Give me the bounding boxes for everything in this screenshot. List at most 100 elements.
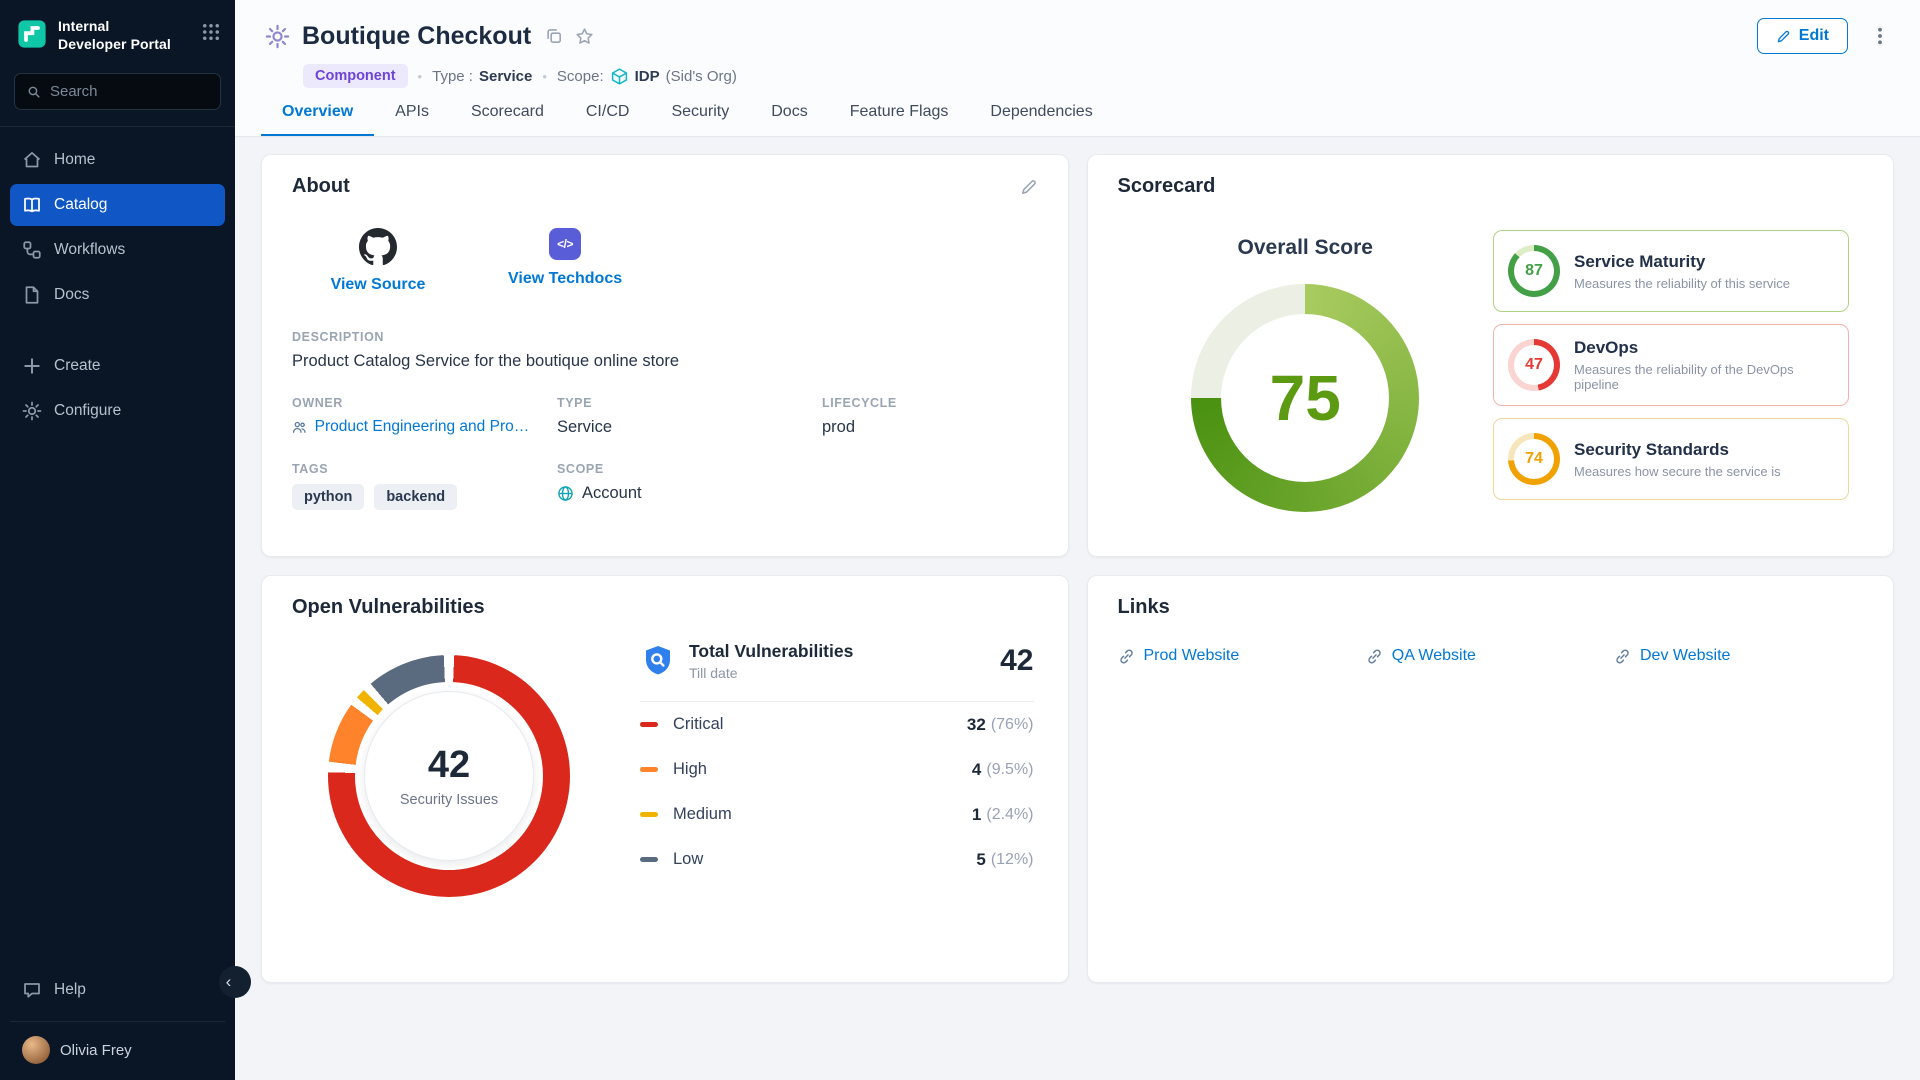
dot-separator: • [542, 69, 547, 84]
portal-logo-title: Internal Developer Portal [58, 18, 191, 53]
link-dev-website[interactable]: Dev Website [1614, 647, 1862, 665]
vulnerabilities-count-label: Security Issues [400, 792, 498, 808]
link-prod-website[interactable]: Prod Website [1118, 647, 1366, 665]
link-label: Dev Website [1640, 647, 1730, 665]
severity-row-critical: Critical 32 (76%) [640, 702, 1034, 747]
view-techdocs-action[interactable]: </> View Techdocs [508, 228, 622, 294]
tab-dependencies[interactable]: Dependencies [969, 88, 1113, 136]
tag-chip[interactable]: backend [374, 484, 457, 510]
owner-value: Product Engineering and Product... [315, 418, 537, 436]
sidebar-item-help[interactable]: Help [10, 969, 225, 1011]
view-source-action[interactable]: View Source [326, 228, 430, 294]
tab-docs[interactable]: Docs [750, 88, 828, 136]
copy-icon[interactable] [545, 27, 563, 45]
severity-percent: (76%) [991, 716, 1034, 734]
user-menu[interactable]: Olivia Frey [10, 1021, 225, 1070]
scorecard-card: Scorecard Overall Score 75 87 Service [1087, 154, 1895, 557]
severity-percent: (12%) [991, 851, 1034, 869]
about-actions: View Source </> View Techdocs [326, 228, 1038, 294]
vulnerabilities-card: Open Vulnerabilities 42 Security Issues [261, 575, 1069, 983]
score-description: Measures the reliability of the DevOps p… [1574, 362, 1834, 392]
link-chain-icon [1118, 648, 1135, 665]
severity-value: 5 [976, 850, 985, 870]
search-input[interactable] [50, 83, 208, 100]
lifecycle-field: LIFECYCLE prod [822, 396, 1038, 437]
sidebar-search[interactable] [14, 73, 221, 110]
description-section: DESCRIPTION Product Catalog Service for … [292, 330, 1038, 371]
about-card: About View Source </> View Techdocs DESC… [261, 154, 1069, 557]
sidebar-item-catalog[interactable]: Catalog [10, 184, 225, 226]
apps-grid-icon[interactable] [201, 22, 221, 42]
link-chain-icon [1366, 648, 1383, 665]
content-grid: About View Source </> View Techdocs DESC… [235, 137, 1920, 1080]
vulnerabilities-list: Total Vulnerabilities Till date 42 Criti… [640, 641, 1034, 882]
sidebar-item-home[interactable]: Home [10, 139, 225, 181]
scope-label: Scope: [557, 68, 604, 85]
scope-field-value: Account [582, 484, 642, 503]
user-name: Olivia Frey [60, 1042, 132, 1059]
links-row: Prod Website QA Website Dev Website [1118, 647, 1864, 665]
view-techdocs-link[interactable]: View Techdocs [508, 270, 622, 288]
severity-row-high: High 4 (9.5%) [640, 747, 1034, 792]
sidebar-item-workflows[interactable]: Workflows [10, 229, 225, 271]
severity-percent: (9.5%) [986, 761, 1033, 779]
severity-label: Critical [673, 715, 967, 734]
scope-field-label: SCOPE [557, 462, 822, 476]
edit-about-pencil-icon[interactable] [1020, 178, 1038, 196]
tab-scorecard[interactable]: Scorecard [450, 88, 565, 136]
score-item-devops[interactable]: 47 DevOps Measures the reliability of th… [1493, 324, 1849, 406]
sidebar-collapse-toggle[interactable]: ‹ [219, 966, 251, 998]
edit-button[interactable]: Edit [1757, 18, 1848, 54]
page-header: Boutique Checkout Edit Component • Type … [235, 0, 1920, 88]
star-icon[interactable] [575, 27, 594, 46]
tag-chip[interactable]: python [292, 484, 364, 510]
owner-field: OWNER Product Engineering and Product... [292, 396, 557, 437]
portal-logo-icon [16, 18, 48, 50]
score-ring: 87 [1508, 245, 1560, 297]
tab-feature-flags[interactable]: Feature Flags [829, 88, 970, 136]
severity-color-dash [640, 767, 658, 772]
plus-icon [22, 356, 42, 376]
tab-apis[interactable]: APIs [374, 88, 450, 136]
sidebar-item-configure[interactable]: Configure [10, 390, 225, 432]
score-item-service-maturity[interactable]: 87 Service Maturity Measures the reliabi… [1493, 230, 1849, 312]
sidebar-item-label: Home [54, 151, 95, 169]
type-label: Type : [432, 68, 473, 85]
help-chat-icon [22, 980, 42, 1000]
sidebar-item-label: Create [54, 357, 101, 375]
description-label: DESCRIPTION [292, 330, 1038, 344]
shield-scan-icon [640, 643, 676, 679]
catalog-book-icon [22, 195, 42, 215]
total-vulnerabilities-sublabel: Till date [689, 665, 853, 681]
vulnerabilities-donut-block: 42 Security Issues [328, 655, 570, 897]
tags-label: TAGS [292, 462, 557, 476]
type-field: TYPE Service [557, 396, 822, 437]
sidebar-item-create[interactable]: Create [10, 345, 225, 387]
github-icon [359, 228, 397, 266]
severity-row-low: Low 5 (12%) [640, 837, 1034, 882]
workflows-icon [22, 240, 42, 260]
tags-scope-row: TAGS python backend SCOPE Account [292, 462, 1038, 510]
sidebar: Internal Developer Portal Home Catalog W… [0, 0, 235, 1080]
owner-label: OWNER [292, 396, 557, 410]
more-options-kebab-icon[interactable] [1870, 26, 1890, 46]
score-name: DevOps [1574, 338, 1834, 358]
sidebar-item-label: Workflows [54, 241, 125, 259]
vulnerabilities-count: 42 [428, 744, 470, 787]
scorecard-title: Scorecard [1118, 175, 1216, 198]
view-source-link[interactable]: View Source [331, 276, 426, 294]
user-avatar [22, 1036, 50, 1064]
score-item-security-standards[interactable]: 74 Security Standards Measures how secur… [1493, 418, 1849, 500]
links-card: Links Prod Website QA Website Dev Websit… [1087, 575, 1895, 983]
search-icon [27, 84, 41, 100]
owner-link[interactable]: Product Engineering and Product... [292, 418, 537, 436]
links-title: Links [1118, 596, 1170, 619]
link-qa-website[interactable]: QA Website [1366, 647, 1614, 665]
severity-label: Medium [673, 805, 972, 824]
tab-cicd[interactable]: CI/CD [565, 88, 651, 136]
total-vulnerabilities-row: Total Vulnerabilities Till date 42 [640, 641, 1034, 702]
tab-overview[interactable]: Overview [261, 88, 374, 136]
sidebar-item-docs[interactable]: Docs [10, 274, 225, 316]
scope-field: SCOPE Account [557, 462, 822, 510]
tab-security[interactable]: Security [650, 88, 750, 136]
